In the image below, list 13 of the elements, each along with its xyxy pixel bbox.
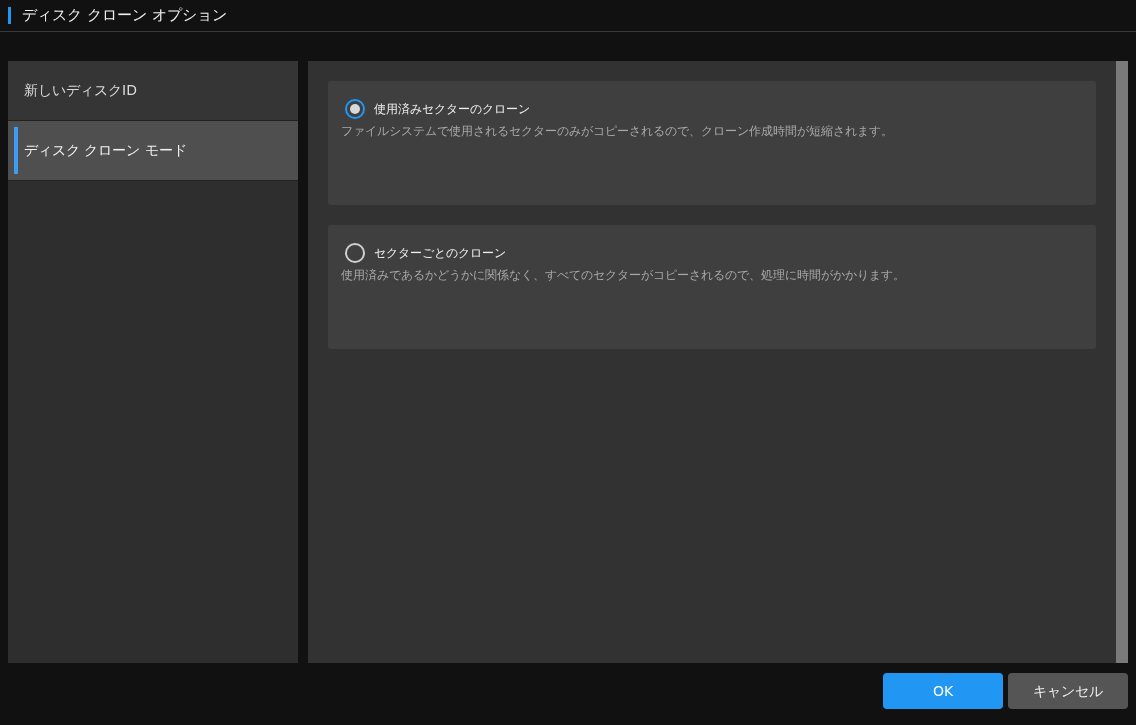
sidebar-item[interactable]: 新しいディスクID	[8, 61, 298, 121]
window-title: ディスク クローン オプション	[22, 5, 227, 27]
sidebar-item[interactable]: ディスク クローン モード	[8, 121, 298, 181]
selection-indicator	[14, 127, 18, 174]
cancel-button[interactable]: キャンセル	[1008, 673, 1128, 709]
radio-button[interactable]	[345, 243, 365, 263]
accent-bar	[8, 7, 11, 24]
option-title: セクターごとのクローン	[374, 245, 506, 262]
radio-button[interactable]	[345, 99, 365, 119]
option-description: ファイルシステムで使用されるセクターのみがコピーされるので、クローン作成時間が短縮されます。	[341, 123, 894, 139]
option-title: 使用済みセクターのクローン	[374, 101, 530, 118]
option-description: 使用済みであるかどうかに関係なく、すべてのセクターがコピーされるので、処理に時間がかかります。	[341, 267, 906, 283]
scrollbar[interactable]	[1116, 61, 1128, 663]
